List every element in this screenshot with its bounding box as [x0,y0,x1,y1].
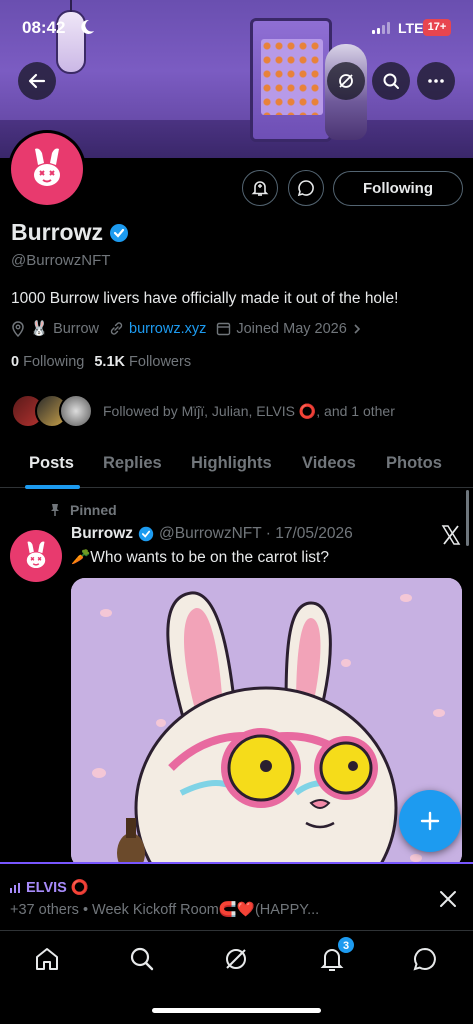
active-tab-indicator [25,485,80,489]
verified-badge-icon [138,526,154,542]
profile-avatar[interactable] [8,130,86,208]
website-link[interactable]: burrowz.xyz [129,321,206,337]
profile-meta: 🐰 Burrow burrowz.xyz Joined May 2026 [11,320,362,337]
location-pin-icon [12,320,24,337]
chevron-right-icon[interactable] [352,323,362,335]
audio-wave-icon [10,882,20,893]
network-label: LTE [398,20,424,36]
pin-icon [51,504,59,516]
profile-name: Burrowz [11,219,103,245]
verified-badge-icon [110,223,128,242]
post-text: 🥕Who wants to be on the carrot list? [71,549,329,566]
link-icon [110,322,123,335]
status-time: 08:42 [22,18,66,37]
x-logo-icon[interactable] [440,524,462,546]
live-space-bar[interactable]: ELVIS ⭕ +37 others • Week Kickoff Room🧲❤… [0,862,473,930]
notify-button[interactable] [242,170,278,206]
post-author-avatar[interactable] [10,530,62,582]
messages-icon[interactable] [411,945,439,973]
post-author-name[interactable]: Burrowz [71,525,133,543]
tab-highlights[interactable]: Highlights [191,454,272,473]
profile-stats: 0 Following 5.1K Followers [11,354,191,370]
battery-icon: 17+ [423,19,451,36]
tab-photos[interactable]: Photos [386,454,442,473]
status-bar: 08:42 LTE 17+ [0,0,473,54]
search-icon [383,73,399,89]
profile-name-row: Burrowz [11,219,129,246]
follower-avatar [59,394,93,428]
notifications-badge: 3 [337,936,355,954]
tab-replies[interactable]: Replies [103,454,162,473]
home-indicator[interactable] [152,1008,321,1013]
space-host-row: ELVIS ⭕ [10,879,89,896]
chat-bubble-icon [297,180,314,197]
grok-button[interactable] [327,62,365,100]
joined-item: Joined May 2026 [216,321,361,337]
followers-stat[interactable]: 5.1K Followers [94,354,191,370]
profile-bio: 1000 Burrow livers have officially made … [11,290,399,307]
calendar-icon [217,322,231,336]
grok-icon [339,74,353,88]
space-host: ELVIS ⭕ [26,880,89,896]
search-icon[interactable] [128,945,156,973]
more-icon [428,79,444,83]
bunny-emoji-icon: 🐰 [30,321,49,337]
followed-by-row[interactable]: Followed by Μïĵï, Julian, ELVIS ⭕, and 1… [11,392,395,430]
close-icon[interactable] [437,888,459,910]
bell-plus-icon [251,181,269,196]
more-options-button[interactable] [417,62,455,100]
tab-videos[interactable]: Videos [302,454,356,473]
arrow-left-icon [28,73,46,89]
location-text: Burrow [53,320,99,337]
grok-icon[interactable] [222,945,250,973]
plus-icon [420,811,440,831]
following-button[interactable]: Following [333,171,463,206]
followed-by-text: Followed by Μïĵï, Julian, ELVIS ⭕, and 1… [103,402,395,419]
tab-posts[interactable]: Posts [29,454,74,473]
pinned-label: Pinned [70,502,117,518]
bunny-logo-icon [34,148,60,186]
profile-handle: @BurrowzNFT [11,252,111,269]
space-description: +37 others • Week Kickoff Room🧲❤️(HAPPY.… [10,902,320,918]
following-stat[interactable]: 0 Following [11,354,84,370]
moon-icon [81,19,94,34]
home-icon[interactable] [33,945,61,973]
post-handle-date: @BurrowzNFT · 17/05/2026 [159,525,353,542]
location-item: 🐰 Burrow [11,320,99,337]
back-button[interactable] [18,62,56,100]
joined-text: Joined May 2026 [236,320,347,337]
profile-tabs: Posts Replies Highlights Videos Photos [0,440,473,489]
compose-button[interactable] [399,790,461,852]
signal-icon [372,22,390,34]
pinned-label-row: Pinned [48,502,117,518]
scrollbar[interactable] [466,490,469,546]
website-item[interactable]: burrowz.xyz [109,321,206,337]
post-header: Burrowz @BurrowzNFT · 17/05/2026 [71,525,353,543]
search-button[interactable] [372,62,410,100]
bunny-logo-icon [26,541,46,569]
message-button[interactable] [288,170,324,206]
